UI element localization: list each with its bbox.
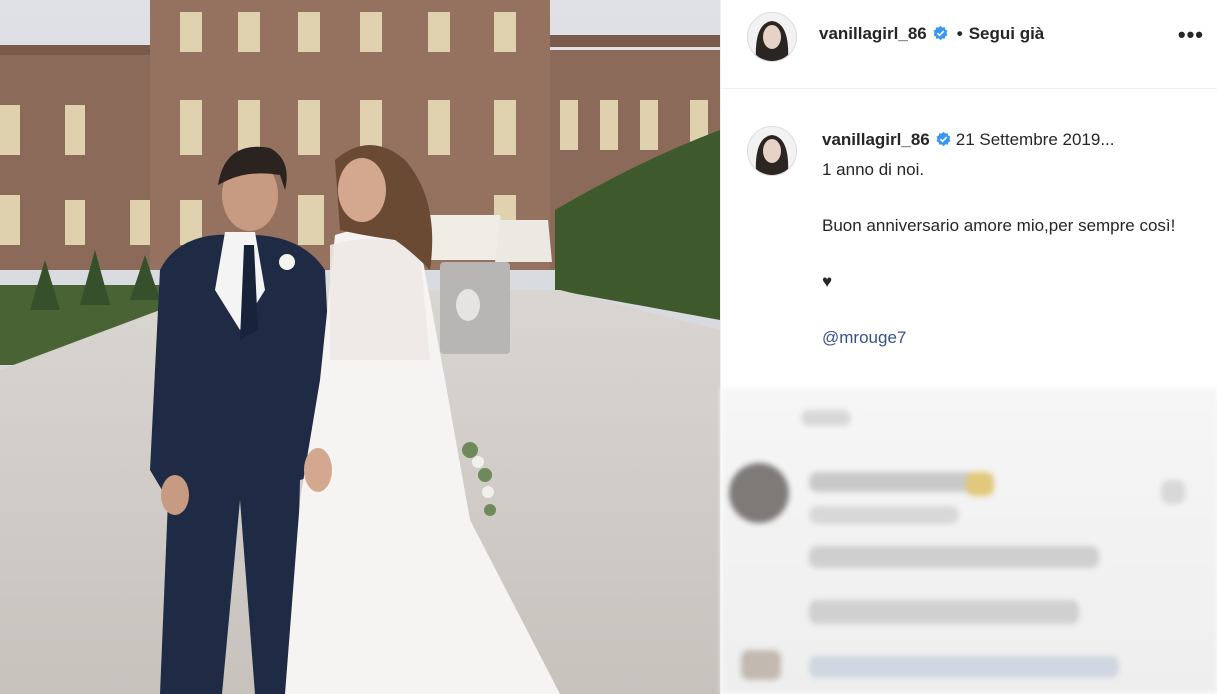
caption-username-link[interactable]: vanillagirl_86 bbox=[822, 130, 930, 149]
verified-badge-icon bbox=[933, 25, 948, 41]
mention-link[interactable]: @mrouge7 bbox=[822, 324, 1192, 352]
post-side-panel: vanillagirl_86 • Segui già ••• vanillagirl… bbox=[720, 0, 1217, 694]
caption-text: 1 anno di noi. Buon anniversario amore m… bbox=[822, 156, 1192, 352]
separator-dot: • bbox=[956, 24, 963, 43]
blurred-comments bbox=[721, 388, 1217, 694]
heart-icon: ♥ bbox=[822, 272, 833, 291]
username-link[interactable]: vanillagirl_86 bbox=[819, 24, 927, 43]
caption-header: vanillagirl_86 21 Settembre 2019... bbox=[822, 130, 1115, 150]
caption-section: vanillagirl_86 21 Settembre 2019... 1 ann… bbox=[721, 88, 1217, 388]
post-header: vanillagirl_86 • Segui già ••• bbox=[721, 0, 1217, 89]
post-date: 21 Settembre 2019... bbox=[955, 130, 1115, 149]
header-user-line: vanillagirl_86 • Segui già bbox=[819, 24, 1044, 44]
more-options-icon[interactable]: ••• bbox=[1178, 22, 1204, 48]
following-button[interactable]: Segui già bbox=[969, 24, 1045, 43]
caption-line: 1 anno di noi. bbox=[822, 160, 925, 179]
avatar[interactable] bbox=[747, 12, 797, 62]
caption-avatar[interactable] bbox=[747, 126, 797, 176]
verified-badge-icon bbox=[936, 131, 951, 147]
post-photo[interactable] bbox=[0, 0, 720, 694]
caption-line: Buon anniversario amore mio,per sempre c… bbox=[822, 216, 1176, 235]
